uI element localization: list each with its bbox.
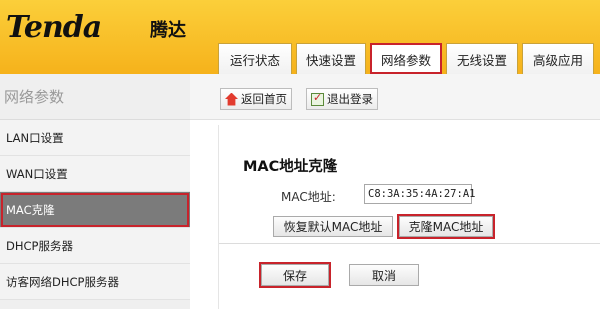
- cancel-button[interactable]: 取消: [349, 264, 419, 286]
- tenda-logo-cn: 腾达: [150, 20, 186, 41]
- tab-status[interactable]: 运行状态: [218, 43, 292, 74]
- sidebar-item-mac-clone[interactable]: MAC克隆: [0, 192, 190, 228]
- main-panel: MAC地址克隆 MAC地址: C8:3A:35:4A:27:A1 恢复默认MAC…: [218, 125, 600, 309]
- sidebar: 网络参数 LAN口设置 WAN口设置 MAC克隆 DHCP服务器 访客网络DHC…: [0, 74, 190, 309]
- mac-address-label: MAC地址:: [281, 190, 336, 204]
- sidebar-item-lan[interactable]: LAN口设置: [0, 120, 190, 156]
- sidebar-item-dhcp[interactable]: DHCP服务器: [0, 228, 190, 264]
- section-title: MAC地址克隆: [243, 159, 338, 175]
- sidebar-item-guest-dhcp[interactable]: 访客网络DHCP服务器: [0, 264, 190, 300]
- top-header: Tenda 腾达 运行状态 快速设置 网络参数 无线设置 高级应用: [0, 0, 600, 74]
- logout-button[interactable]: 退出登录: [306, 88, 378, 110]
- toolbar: 返回首页 退出登录: [190, 74, 600, 120]
- logout-button-label: 退出登录: [327, 92, 373, 106]
- divider: [219, 243, 600, 244]
- tab-wireless[interactable]: 无线设置: [446, 43, 518, 74]
- mac-address-input[interactable]: C8:3A:35:4A:27:A1: [364, 184, 475, 204]
- tab-network-params[interactable]: 网络参数: [370, 43, 442, 74]
- home-button[interactable]: 返回首页: [220, 88, 292, 110]
- restore-default-mac-button[interactable]: 恢复默认MAC地址: [273, 216, 393, 237]
- logout-icon: [311, 91, 324, 106]
- sidebar-item-wan[interactable]: WAN口设置: [0, 156, 190, 192]
- clone-mac-button[interactable]: 克隆MAC地址: [397, 214, 495, 239]
- tab-advanced[interactable]: 高级应用: [522, 43, 594, 74]
- home-button-label: 返回首页: [241, 92, 287, 106]
- home-icon: [225, 92, 238, 106]
- sidebar-title: 网络参数: [0, 74, 190, 120]
- main-tabs: 运行状态 快速设置 网络参数 无线设置 高级应用: [218, 43, 594, 74]
- tenda-logo: Tenda: [6, 10, 102, 45]
- save-button[interactable]: 保存: [259, 262, 331, 288]
- tab-quick-setup[interactable]: 快速设置: [296, 43, 366, 74]
